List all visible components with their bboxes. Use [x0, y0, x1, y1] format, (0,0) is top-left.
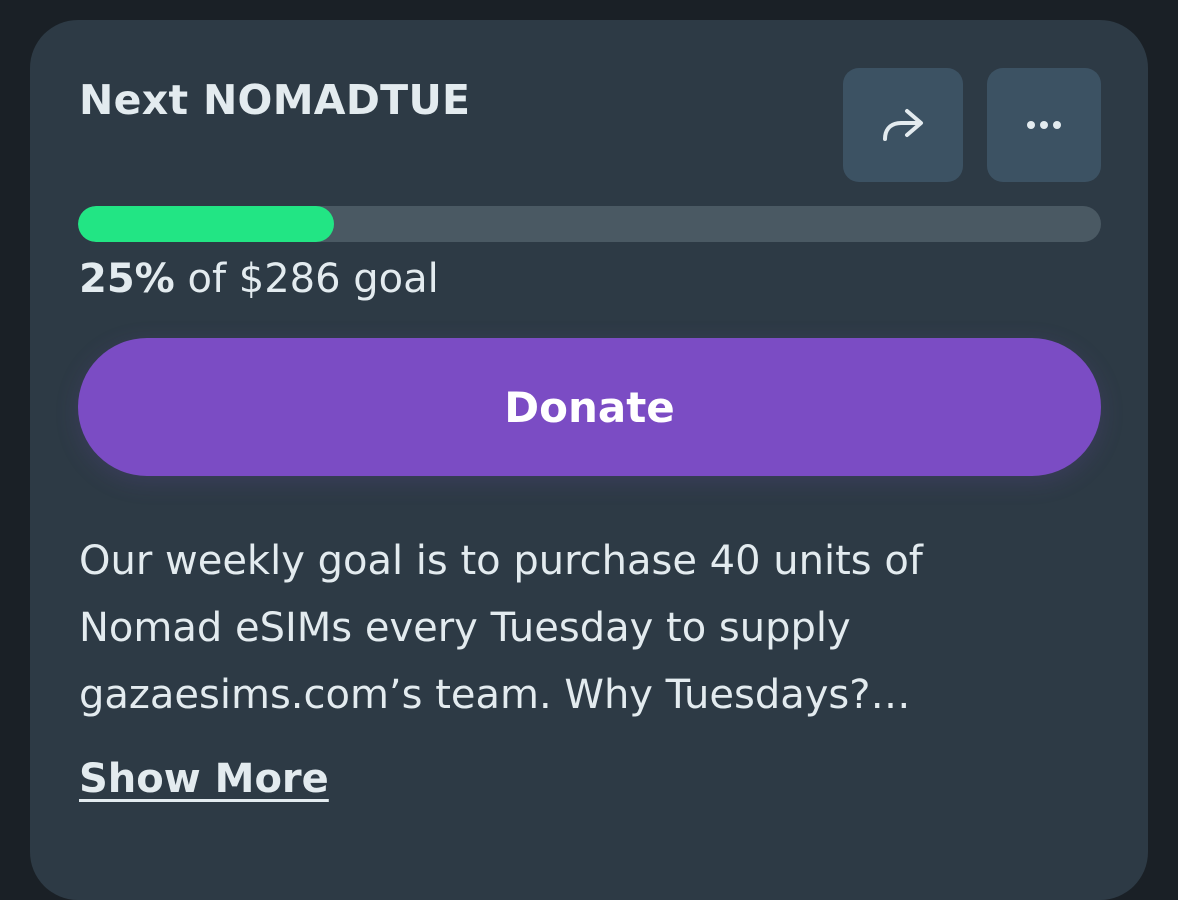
share-arrow-icon: [883, 109, 923, 141]
ellipsis-icon: [1027, 121, 1061, 129]
share-button[interactable]: [843, 68, 963, 182]
goal-amount: of $286 goal: [187, 256, 439, 302]
description-line: Nomad eSIMs every Tuesday to supply: [79, 605, 851, 651]
show-more-link[interactable]: Show More: [79, 756, 329, 802]
more-options-button[interactable]: [987, 68, 1101, 182]
campaign-description: Our weekly goal is to purchase 40 units …: [79, 528, 1079, 729]
progress-bar: [78, 206, 1101, 242]
donate-button[interactable]: Donate: [78, 338, 1101, 476]
description-line: gazaesims.com’s team. Why Tuesdays?…: [79, 672, 911, 718]
progress-fill: [78, 206, 334, 242]
goal-progress-text: 25% of $286 goal: [79, 256, 439, 302]
campaign-title: Next NOMADTUE: [79, 76, 471, 124]
goal-percent: 25%: [79, 256, 175, 302]
campaign-card: Next NOMADTUE 25% of $286 goal Donate Ou…: [30, 20, 1148, 900]
description-line: Our weekly goal is to purchase 40 units …: [79, 538, 923, 584]
